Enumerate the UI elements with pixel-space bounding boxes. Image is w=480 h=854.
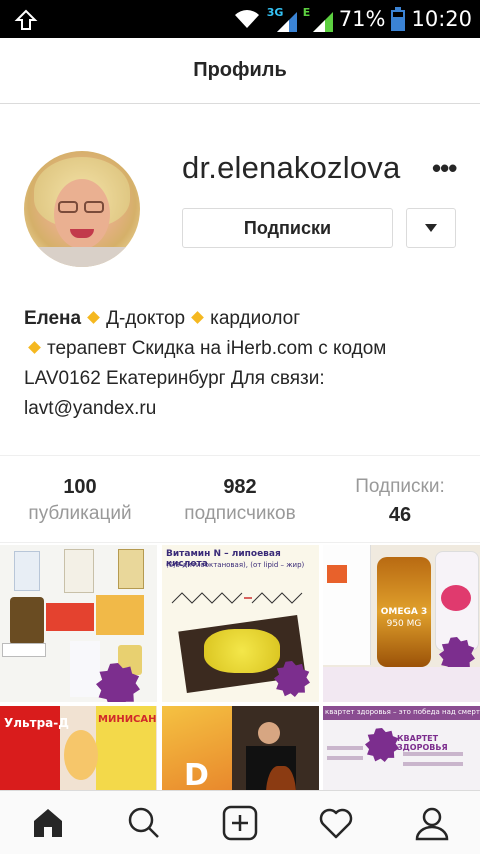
profile-icon[interactable] xyxy=(414,805,450,841)
post-caption-sub: (6,8-дитиооктановая), (от lipid – жир) xyxy=(166,561,305,569)
formula-band xyxy=(323,667,480,702)
page-title: Профиль xyxy=(193,59,287,81)
profile-stats: 100 публикаций 982 подписчиков Подписки:… xyxy=(0,455,480,543)
following-button[interactable]: Подписки xyxy=(182,208,393,248)
diamond-icon xyxy=(191,311,204,324)
text-line xyxy=(403,762,463,766)
box-shape xyxy=(2,643,46,657)
heart-shape xyxy=(441,585,471,611)
chevron-down-icon xyxy=(425,224,437,232)
bottle-shape xyxy=(64,549,94,593)
post-caption: квартет здоровья – это победа над смерте… xyxy=(325,708,480,716)
bio-part1: Д-доктор xyxy=(106,308,186,329)
text-line xyxy=(327,756,363,760)
search-icon[interactable] xyxy=(126,805,162,841)
post-thumbnail[interactable]: Витамин N – липоевая кислота (6,8-дитиоо… xyxy=(162,545,319,702)
logo-shape xyxy=(327,565,347,583)
stat-following[interactable]: Подписки: 46 xyxy=(340,474,460,530)
box-shape xyxy=(96,595,144,635)
bunny-shape xyxy=(64,730,98,780)
molecule-diagram xyxy=(171,592,303,604)
product-label: OMEGA 3 xyxy=(380,607,428,617)
signal-icon-2 xyxy=(312,12,333,32)
promo-badge xyxy=(365,728,399,762)
diamond-icon xyxy=(87,311,100,324)
signal-icon xyxy=(276,12,297,32)
top-bar: Профиль xyxy=(0,38,480,104)
text-line xyxy=(403,752,463,756)
wifi-icon xyxy=(234,10,259,28)
stat-posts[interactable]: 100 публикаций xyxy=(20,474,140,528)
avatar[interactable] xyxy=(24,151,140,267)
add-post-icon[interactable] xyxy=(222,805,258,841)
stat-followers-count: 982 xyxy=(223,476,257,498)
bio-name: Елена xyxy=(24,308,82,329)
bio-email[interactable]: lavt@yandex.ru xyxy=(24,394,464,424)
bottle-shape xyxy=(14,551,40,591)
stat-posts-label: публикаций xyxy=(28,503,132,524)
avatar-glasses-left xyxy=(58,201,78,213)
post-thumbnail[interactable]: квартет здоровья – это победа над смерте… xyxy=(323,706,480,790)
posts-grid: Витамин N – липоевая кислота (6,8-дитиоо… xyxy=(0,545,480,790)
bio-part3: терапевт Скидка на iHerb.com с кодом xyxy=(47,338,387,359)
avatar-body xyxy=(24,247,140,267)
quartet-title: КВАРТЕТ ЗДОРОВЬЯ xyxy=(397,734,448,752)
battery-percent: 71% xyxy=(338,7,386,31)
bio-part2: кардиолог xyxy=(210,308,301,329)
powder-shape xyxy=(204,629,280,673)
post-thumbnail[interactable]: Ультра-Д МИНИСАН xyxy=(0,706,157,790)
avatar-face xyxy=(54,179,110,249)
product-label: Ультра-Д xyxy=(4,716,69,730)
text-line xyxy=(327,746,363,750)
post-thumbnail[interactable]: OMEGA 3 950 MG xyxy=(323,545,480,702)
more-options-icon[interactable]: ••• xyxy=(432,155,457,184)
bio: Елена Д-доктор кардиолог терапевт Скидка н… xyxy=(24,304,464,424)
post-thumbnail[interactable]: D xyxy=(162,706,319,790)
bio-line3: LAV0162 Екатеринбург Для связи: xyxy=(24,368,325,389)
bottom-nav xyxy=(0,790,480,854)
username: dr.elenakozlova xyxy=(182,150,401,185)
battery-icon xyxy=(391,7,406,31)
product-label-2: МИНИСАН xyxy=(98,714,157,725)
box-shape xyxy=(323,545,371,665)
stat-following-count: 46 xyxy=(388,504,412,526)
avatar-glasses-right xyxy=(84,201,104,213)
box-shape xyxy=(70,641,100,697)
person-head xyxy=(258,722,280,744)
network-type-e: E xyxy=(302,6,311,19)
stat-followers-label: подписчиков xyxy=(184,503,296,524)
diamond-icon xyxy=(28,341,41,354)
bottle-shape xyxy=(10,597,44,645)
stat-following-label: Подписки: xyxy=(355,476,445,497)
box-shape xyxy=(46,603,94,631)
product-label-sub: 950 MG xyxy=(386,619,422,629)
status-bar: 3G E 71% 10:20 xyxy=(0,0,480,38)
suggestions-dropdown-button[interactable] xyxy=(406,208,456,248)
heart-icon[interactable] xyxy=(318,805,354,841)
clock: 10:20 xyxy=(411,7,472,31)
home-icon[interactable] xyxy=(30,805,66,841)
letter-d: D xyxy=(184,758,209,790)
bottle-shape xyxy=(118,549,144,589)
stat-posts-count: 100 xyxy=(63,476,97,498)
stat-followers[interactable]: 982 подписчиков xyxy=(172,474,308,528)
post-thumbnail[interactable] xyxy=(0,545,157,702)
upload-icon xyxy=(14,9,38,30)
